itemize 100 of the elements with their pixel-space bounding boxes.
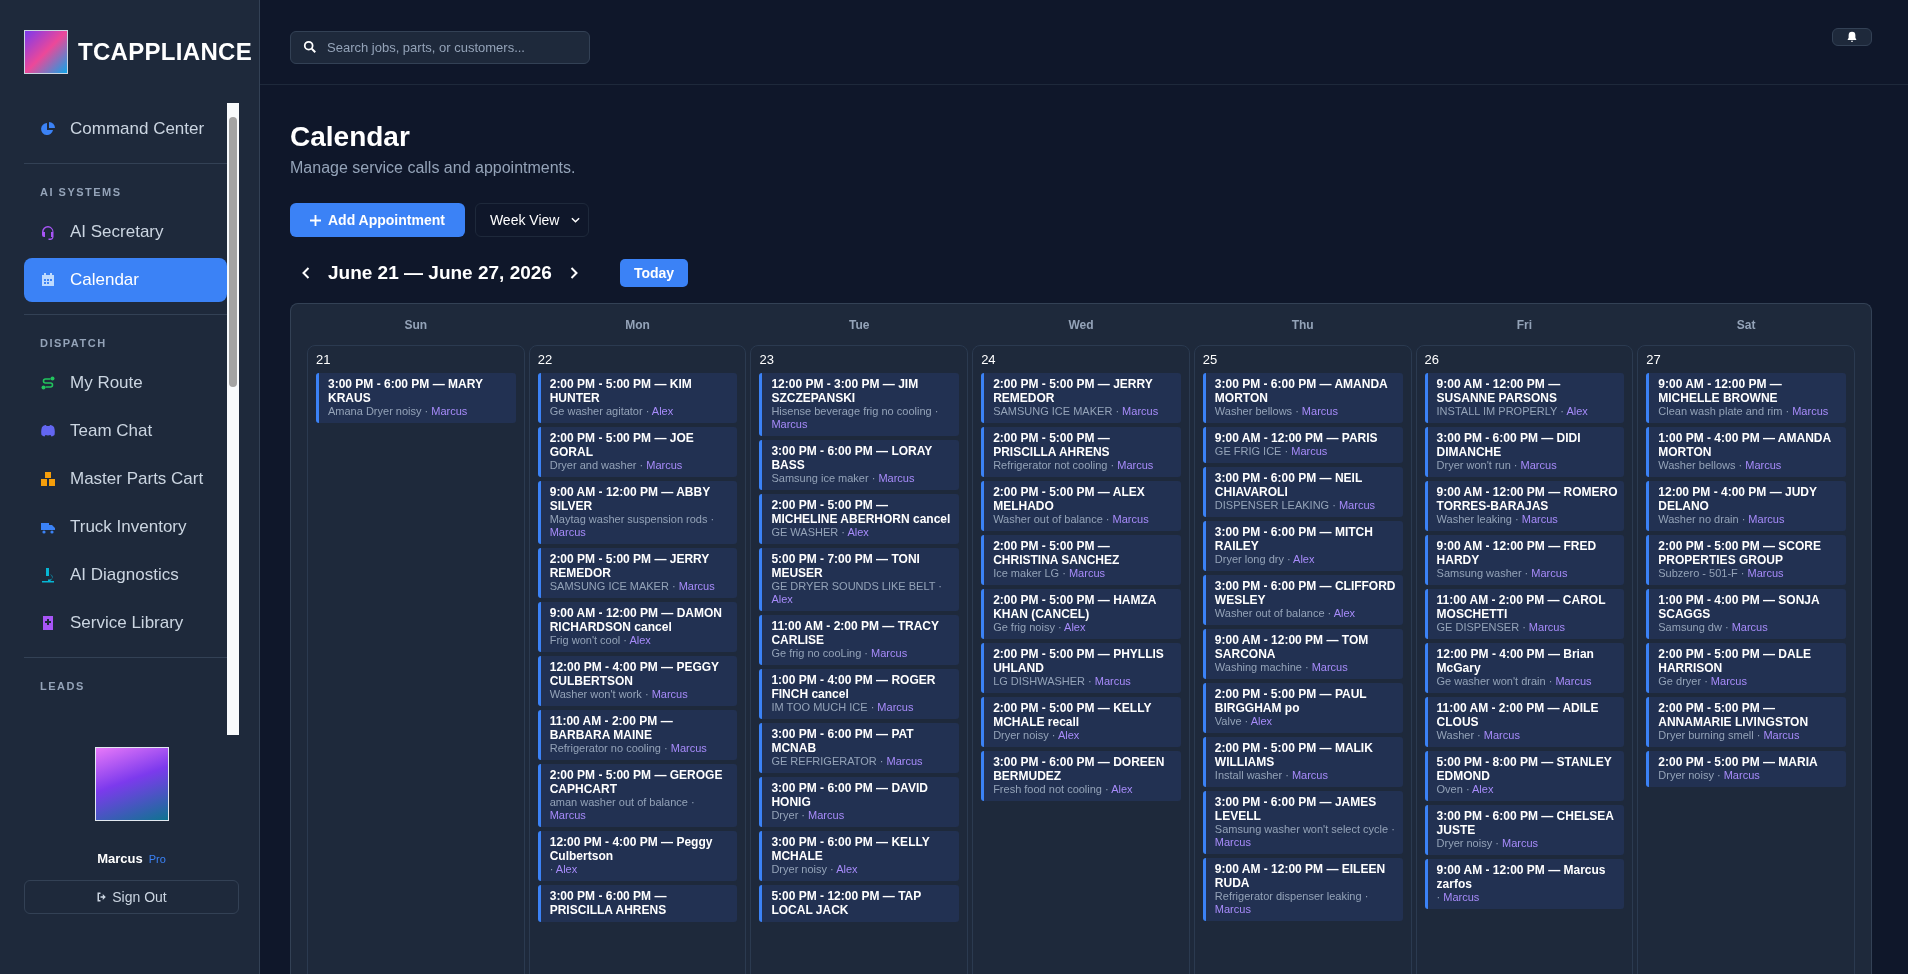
- appointment-card[interactable]: 12:00 PM - 3:00 PM — JIM SZCZEPANSKI Hisense beverage frig no cooling · Marcus: [759, 373, 960, 436]
- sidebar-item[interactable]: Service Library: [24, 601, 227, 645]
- appointment-card[interactable]: 9:00 AM - 12:00 PM — FRED HARDY Samsung washer · Marcus: [1424, 535, 1625, 585]
- appointment-title: 3:00 PM - 6:00 PM — CHELSEA JUSTE: [1436, 809, 1615, 837]
- appointment-card[interactable]: 11:00 AM - 2:00 PM — BARBARA MAINE Refrigerator no cooling · Marcus: [537, 710, 738, 760]
- scrollbar[interactable]: [227, 103, 239, 735]
- appointment-details: GE DISPENSER · Marcus: [1436, 621, 1566, 634]
- appointment-card[interactable]: 3:00 PM - 6:00 PM — JAMES LEVELL Samsung washer won't select cycle · Marcus: [1202, 791, 1403, 854]
- appointment-card[interactable]: 2:00 PM - 5:00 PM — PHYLLIS UHLAND LG DISHWASHER · Marcus: [981, 643, 1181, 693]
- appointment-details: Hisense beverage frig no cooling · Marcus: [771, 405, 940, 431]
- appointment-card[interactable]: 12:00 PM - 4:00 PM — Peggy Culbertson · Alex: [537, 831, 738, 881]
- appointment-card[interactable]: 9:00 AM - 12:00 PM — SUSANNE PARSONS INSTALL IM PROPERLY · Alex: [1424, 373, 1625, 423]
- appointment-title: 2:00 PM - 5:00 PM — JERRY REMEDOR: [549, 552, 711, 580]
- appointment-card[interactable]: 2:00 PM - 5:00 PM — GEROGE CAPHCART aman washer out of balance · Marcus: [537, 764, 738, 827]
- appointment-card[interactable]: 9:00 AM - 12:00 PM — ROMERO TORRES-BARAJAS Washer leaking · Marcus: [1424, 481, 1625, 531]
- notifications-button[interactable]: [1832, 28, 1872, 46]
- appointment-card[interactable]: 3:00 PM - 6:00 PM — AMANDA MORTON Washer bellows · Marcus: [1202, 373, 1403, 423]
- appointment-card[interactable]: 2:00 PM - 5:00 PM — DALE HARRISON Ge dryer · Marcus: [1646, 643, 1846, 693]
- appointment-card[interactable]: 3:00 PM - 6:00 PM — LORAY BASS Samsung ice maker · Marcus: [759, 440, 960, 490]
- appointment-details: Refrigerator no cooling · Marcus: [549, 742, 708, 755]
- appointment-title: 3:00 PM - 6:00 PM — CLIFFORD WESLEY: [1214, 579, 1397, 607]
- appointment-card[interactable]: 2:00 PM - 5:00 PM — PAUL BIRGGHAM po Valve · Alex: [1202, 683, 1403, 733]
- view-select[interactable]: Week View: [474, 203, 590, 237]
- appointment-card[interactable]: 11:00 AM - 2:00 PM — TRACY CARLISE Ge frig no cooLing · Marcus: [759, 615, 960, 665]
- appointment-card[interactable]: 2:00 PM - 5:00 PM — ANNAMARIE LIVINGSTON Dryer burning smell · Marcus: [1646, 697, 1846, 747]
- appointment-card[interactable]: 2:00 PM - 5:00 PM — PRISCILLA AHRENS Refrigerator not cooling · Marcus: [981, 427, 1181, 477]
- appointment-card[interactable]: 1:00 PM - 4:00 PM — AMANDA MORTON Washer bellows · Marcus: [1646, 427, 1846, 477]
- appointment-card[interactable]: 11:00 AM - 2:00 PM — ADILE CLOUS Washer · Marcus: [1424, 697, 1625, 747]
- appointment-card[interactable]: 2:00 PM - 5:00 PM — ALEX MELHADO Washer out of balance · Marcus: [981, 481, 1181, 531]
- appointment-card[interactable]: 11:00 AM - 2:00 PM — CAROL MOSCHETTI GE DISPENSER · Marcus: [1424, 589, 1625, 639]
- appointment-details: Washer out of balance · Alex: [1214, 607, 1357, 620]
- appointment-title: 3:00 PM - 6:00 PM — DAVID HONIG: [771, 781, 929, 809]
- search-field[interactable]: Search jobs, parts, or customers...: [290, 30, 590, 64]
- appointment-title: 9:00 AM - 12:00 PM — EILEEN RUDA: [1214, 862, 1387, 890]
- appointment-card[interactable]: 3:00 PM - 6:00 PM — PRISCILLA AHRENS: [537, 885, 738, 922]
- appointment-details: aman washer out of balance · Marcus: [549, 796, 696, 822]
- appointment-card[interactable]: 2:00 PM - 5:00 PM — MARIA Dryer noisy · Marcus: [1646, 751, 1846, 787]
- appointment-card[interactable]: 2:00 PM - 5:00 PM — JOE GORAL Dryer and washer · Marcus: [537, 427, 738, 477]
- appointment-card[interactable]: 2:00 PM - 5:00 PM — SCORE PROPERTIES GROUP Subzero - 501-F · Marcus: [1646, 535, 1846, 585]
- appointment-card[interactable]: 3:00 PM - 6:00 PM — MITCH RAILEY Dryer long dry · Alex: [1202, 521, 1403, 571]
- appointment-card[interactable]: 2:00 PM - 5:00 PM — KIM HUNTER Ge washer agitator · Alex: [537, 373, 738, 423]
- appointment-card[interactable]: 9:00 AM - 12:00 PM — Marcus zarfos · Marcus: [1424, 859, 1625, 909]
- appointment-card[interactable]: 2:00 PM - 5:00 PM — MICHELINE ABERHORN cancel GE WASHER · Alex: [759, 494, 960, 544]
- appointment-title: 2:00 PM - 5:00 PM — ALEX MELHADO: [993, 485, 1146, 513]
- appointment-card[interactable]: 2:00 PM - 5:00 PM — JERRY REMEDOR SAMSUNG ICE MAKER · Marcus: [537, 548, 738, 598]
- today-button[interactable]: Today: [619, 259, 689, 287]
- day-number: 22: [537, 352, 554, 367]
- sign-out-button[interactable]: Sign Out: [24, 880, 239, 914]
- appointment-card[interactable]: 2:00 PM - 5:00 PM — HAMZA KHAN (CANCEL) Ge frig noisy · Alex: [981, 589, 1181, 639]
- appointment-card[interactable]: 3:00 PM - 6:00 PM — CLIFFORD WESLEY Washer out of balance · Alex: [1202, 575, 1403, 625]
- book-icon: [40, 615, 56, 631]
- appointment-card[interactable]: 3:00 PM - 6:00 PM — MARY KRAUS Amana Dryer noisy · Marcus: [316, 373, 516, 423]
- appointment-card[interactable]: 5:00 PM - 12:00 PM — TAP LOCAL JACK: [759, 885, 960, 922]
- appointment-details: GE WASHER · Alex: [771, 526, 870, 539]
- chat-icon: [40, 423, 56, 439]
- appointment-title: 3:00 PM - 6:00 PM — PAT MCNAB: [771, 727, 915, 755]
- appointment-card[interactable]: 12:00 PM - 4:00 PM — JUDY DELANO Washer no drain · Marcus: [1646, 481, 1846, 531]
- appointment-card[interactable]: 9:00 AM - 12:00 PM — PARIS GE FRIG ICE · Marcus: [1202, 427, 1403, 463]
- appointment-card[interactable]: 9:00 AM - 12:00 PM — TOM SARCONA Washing machine · Marcus: [1202, 629, 1403, 679]
- appointment-details: IM TOO MUCH ICE · Marcus: [771, 701, 915, 714]
- appointment-card[interactable]: 9:00 AM - 12:00 PM — DAMON RICHARDSON cancel Frig won't cool · Alex: [537, 602, 738, 652]
- sidebar-item[interactable]: Command Center: [24, 107, 227, 151]
- sidebar-item[interactable]: AI Diagnostics: [24, 553, 227, 597]
- sidebar-item[interactable]: My Route: [24, 361, 227, 405]
- appointment-card[interactable]: 1:00 PM - 4:00 PM — SONJA SCAGGS Samsung dw · Marcus: [1646, 589, 1846, 639]
- appointment-card[interactable]: 3:00 PM - 6:00 PM — DIDI DIMANCHE Dryer won't run · Marcus: [1424, 427, 1625, 477]
- appointment-card[interactable]: 3:00 PM - 6:00 PM — CHELSEA JUSTE Dryer noisy · Marcus: [1424, 805, 1625, 855]
- appointment-card[interactable]: 2:00 PM - 5:00 PM — KELLY MCHALE recall Dryer noisy · Alex: [981, 697, 1181, 747]
- appointment-title: 9:00 AM - 12:00 PM — DAMON RICHARDSON cancel: [549, 606, 723, 634]
- sidebar-item[interactable]: AI Secretary: [24, 210, 227, 254]
- appointment-card[interactable]: 3:00 PM - 6:00 PM — PAT MCNAB GE REFRIGERATOR · Marcus: [759, 723, 960, 773]
- appointment-card[interactable]: 3:00 PM - 6:00 PM — KELLY MCHALE Dryer noisy · Alex: [759, 831, 960, 881]
- appointment-card[interactable]: 1:00 PM - 4:00 PM — ROGER FINCH cancel IM TOO MUCH ICE · Marcus: [759, 669, 960, 719]
- appointment-title: 12:00 PM - 4:00 PM — JUDY DELANO: [1658, 485, 1818, 513]
- appointment-card[interactable]: 5:00 PM - 8:00 PM — STANLEY EDMOND Oven · Alex: [1424, 751, 1625, 801]
- sidebar-item[interactable]: Master Parts Cart: [24, 457, 227, 501]
- add-appointment-button[interactable]: Add Appointment: [290, 203, 465, 237]
- appointment-card[interactable]: 3:00 PM - 6:00 PM — DOREEN BERMUDEZ Fresh food not cooling · Alex: [981, 751, 1181, 801]
- appointment-title: 3:00 PM - 6:00 PM — JAMES LEVELL: [1214, 795, 1378, 823]
- sidebar-item[interactable]: Calendar: [24, 258, 227, 302]
- appointment-card[interactable]: 3:00 PM - 6:00 PM — DAVID HONIG Dryer · Marcus: [759, 777, 960, 827]
- pie-chart-icon: [40, 121, 56, 137]
- appointment-card[interactable]: 9:00 AM - 12:00 PM — MICHELLE BROWNE Clean wash plate and rim · Marcus: [1646, 373, 1846, 423]
- appointment-details: Washing machine · Marcus: [1214, 661, 1349, 674]
- appointment-card[interactable]: 12:00 PM - 4:00 PM — Brian McGary Ge washer won't drain · Marcus: [1424, 643, 1625, 693]
- appointment-card[interactable]: 3:00 PM - 6:00 PM — NEIL CHIAVAROLI DISPENSER LEAKING · Marcus: [1202, 467, 1403, 517]
- appointment-card[interactable]: 12:00 PM - 4:00 PM — PEGGY CULBERTSON Washer won't work · Marcus: [537, 656, 738, 706]
- section-heading: LEADS: [39, 679, 86, 694]
- sidebar-item[interactable]: Truck Inventory: [24, 505, 227, 549]
- appointment-card[interactable]: 2:00 PM - 5:00 PM — JERRY REMEDOR SAMSUNG ICE MAKER · Marcus: [981, 373, 1181, 423]
- appointment-card[interactable]: 2:00 PM - 5:00 PM — MALIK WILLIAMS Install washer · Marcus: [1202, 737, 1403, 787]
- appointment-card[interactable]: 9:00 AM - 12:00 PM — EILEEN RUDA Refrigerator dispenser leaking · Marcus: [1202, 858, 1403, 921]
- chevron-right-icon: [569, 267, 578, 279]
- appointment-card[interactable]: 5:00 PM - 7:00 PM — TONI MEUSER GE DRYER SOUNDS LIKE BELT · Alex: [759, 548, 960, 611]
- section-heading: DISPATCH: [39, 336, 108, 351]
- sidebar-item[interactable]: Team Chat: [24, 409, 227, 453]
- appointment-card[interactable]: 2:00 PM - 5:00 PM — CHRISTINA SANCHEZ Ice maker LG · Marcus: [981, 535, 1181, 585]
- appointment-card[interactable]: 9:00 AM - 12:00 PM — ABBY SILVER Maytag washer suspension rods · Marcus: [537, 481, 738, 544]
- appointment-details: Ge washer won't drain · Marcus: [1436, 675, 1593, 688]
- appointment-details: Dryer noisy · Marcus: [1436, 837, 1540, 850]
